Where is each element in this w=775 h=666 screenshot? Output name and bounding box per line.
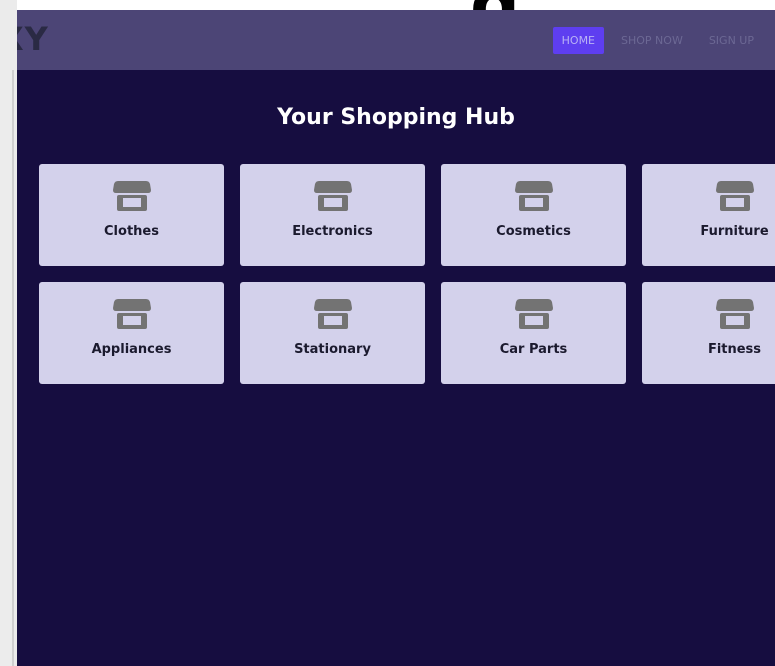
category-label: Clothes: [104, 224, 159, 239]
top-strip: g: [0, 0, 775, 40]
nav-links: HOME SHOP NOW SIGN UP: [552, 27, 763, 54]
store-icon: [715, 299, 754, 329]
category-label: Car Parts: [499, 342, 568, 357]
category-card-electronics[interactable]: Electronics: [240, 164, 425, 266]
category-label: Cosmetics: [496, 224, 571, 239]
store-icon: [112, 299, 151, 329]
category-card-furniture[interactable]: Furniture: [642, 164, 775, 266]
category-card-fitness[interactable]: Fitness: [642, 282, 775, 384]
nav-link-shop-now[interactable]: SHOP NOW: [612, 27, 692, 54]
app-window: XY HOME SHOP NOW SIGN UP Your Shopping H…: [17, 10, 775, 666]
category-card-appliances[interactable]: Appliances: [39, 282, 224, 384]
left-gutter: [0, 0, 17, 666]
category-label: Fitness: [707, 342, 762, 357]
left-gutter-panel: [0, 70, 14, 666]
category-label: Stationary: [294, 342, 371, 357]
store-icon: [313, 299, 352, 329]
store-icon: [715, 181, 754, 211]
store-icon: [313, 181, 352, 211]
category-grid: Clothes Electronics Cosmetics Furniture …: [39, 164, 775, 384]
category-card-cosmetics[interactable]: Cosmetics: [441, 164, 626, 266]
category-card-car-parts[interactable]: Car Parts: [441, 282, 626, 384]
page-title: Your Shopping Hub: [277, 105, 515, 130]
store-icon: [112, 181, 151, 211]
category-label: Appliances: [91, 342, 172, 357]
store-icon: [514, 299, 553, 329]
nav-link-home[interactable]: HOME: [552, 27, 605, 54]
category-label: Furniture: [700, 224, 769, 239]
store-icon: [514, 181, 553, 211]
category-card-stationary[interactable]: Stationary: [240, 282, 425, 384]
nav-link-sign-up[interactable]: SIGN UP: [700, 27, 763, 54]
category-card-clothes[interactable]: Clothes: [39, 164, 224, 266]
navbar: XY HOME SHOP NOW SIGN UP: [17, 10, 775, 70]
category-label: Electronics: [292, 224, 373, 239]
brand-logo[interactable]: XY: [17, 20, 49, 58]
